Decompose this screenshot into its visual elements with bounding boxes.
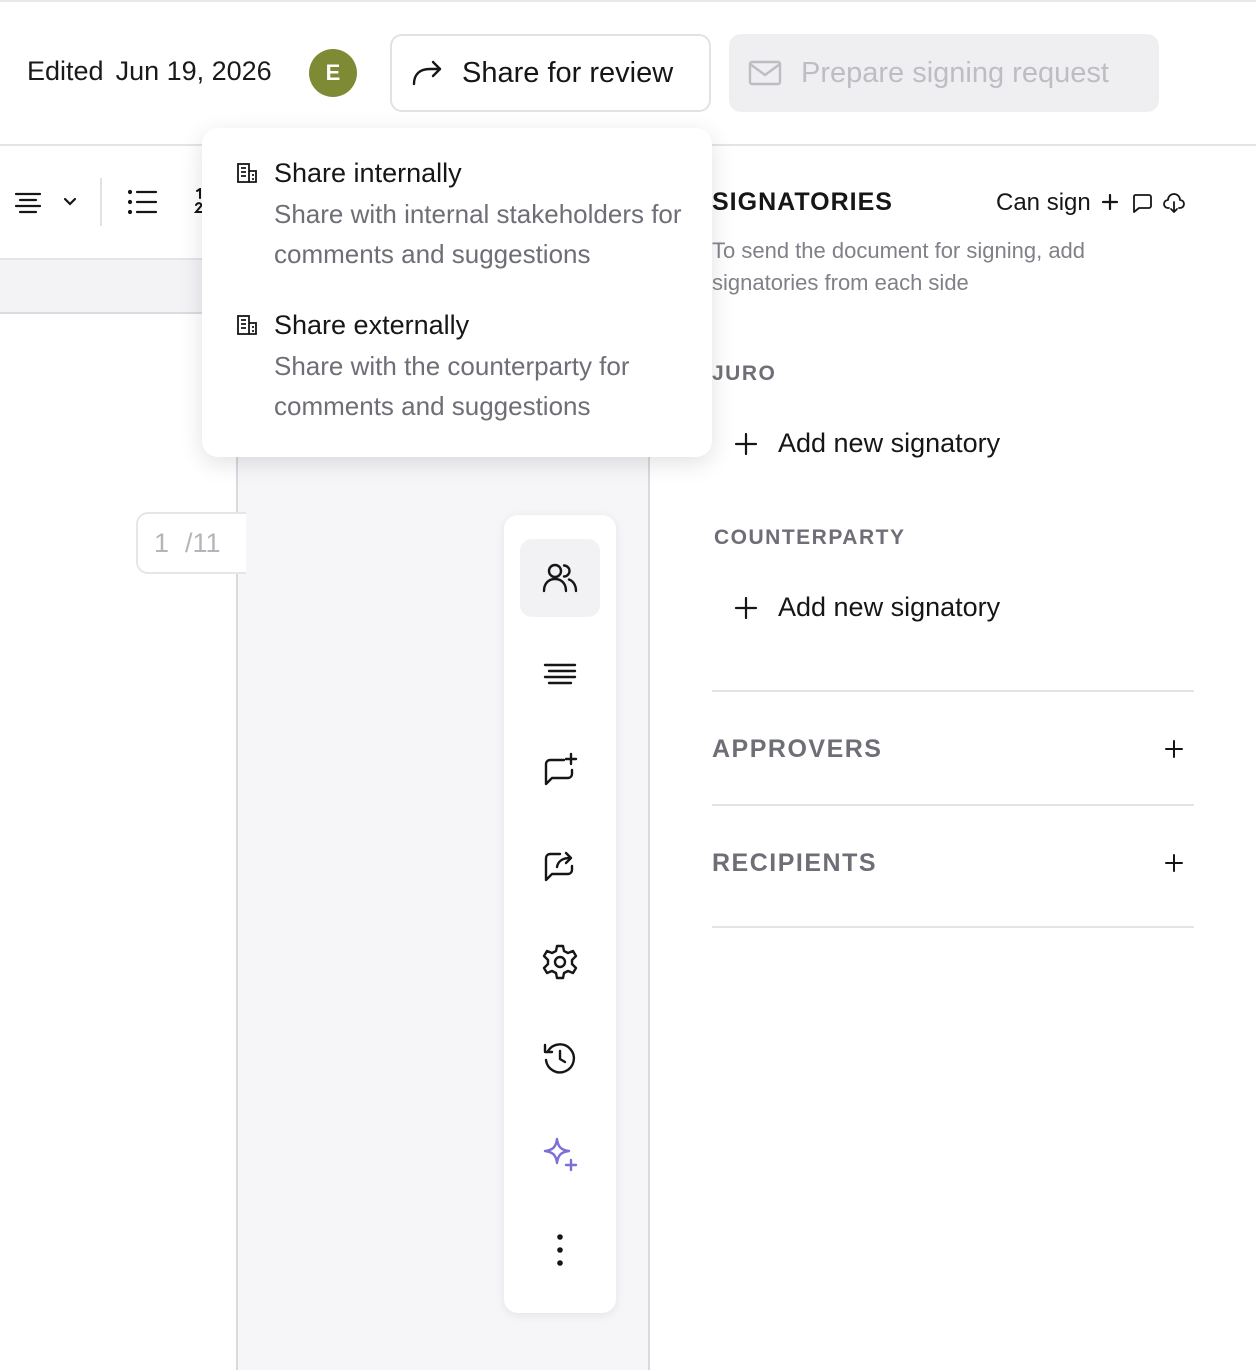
signatories-divider bbox=[712, 690, 1194, 692]
add-juro-signatory-label: Add new signatory bbox=[778, 428, 1001, 458]
share-for-review-label: Share for review bbox=[462, 56, 674, 89]
share-externally-option[interactable]: Share externally Share with the counterp… bbox=[202, 293, 712, 457]
rail-history-button[interactable] bbox=[520, 1019, 600, 1097]
share-arrow-icon bbox=[412, 60, 442, 86]
share-menu: Share internally Share with internal sta… bbox=[202, 128, 712, 457]
share-internally-description: Share with internal stakeholders for com… bbox=[274, 199, 682, 269]
edited-status: Edited Jun 19, 2026 bbox=[27, 56, 272, 87]
can-sign-toggle[interactable]: Can sign bbox=[996, 189, 1091, 217]
more-vertical-icon bbox=[557, 1234, 563, 1266]
rail-add-comment-button[interactable] bbox=[520, 731, 600, 809]
comment-icon[interactable] bbox=[1131, 192, 1153, 214]
mail-icon bbox=[748, 60, 782, 86]
signatories-description: To send the document for signing, add si… bbox=[712, 238, 1086, 295]
add-counterparty-signatory-button[interactable]: Add new signatory bbox=[734, 592, 1000, 623]
rail-settings-button[interactable] bbox=[520, 923, 600, 1001]
edited-label: Edited bbox=[27, 56, 104, 86]
rail-ai-button[interactable] bbox=[520, 1115, 600, 1193]
document-header-band bbox=[0, 260, 236, 314]
prepare-signing-request-label: Prepare signing request bbox=[801, 56, 1109, 89]
approvers-divider bbox=[712, 804, 1194, 806]
share-internally-option[interactable]: Share internally Share with internal sta… bbox=[202, 128, 712, 293]
top-border bbox=[0, 0, 1256, 2]
counterparty-section-label: COUNTERPARTY bbox=[714, 526, 906, 549]
sparkle-icon bbox=[543, 1137, 578, 1172]
recipients-divider bbox=[712, 926, 1194, 928]
text-align-dropdown[interactable] bbox=[14, 190, 82, 216]
history-icon bbox=[543, 1043, 576, 1074]
share-internally-title: Share internally bbox=[274, 158, 462, 188]
bullet-list-icon bbox=[128, 189, 158, 215]
cloud-download-icon[interactable] bbox=[1162, 191, 1186, 215]
rail-share-comment-button[interactable] bbox=[520, 827, 600, 905]
add-juro-signatory-button[interactable]: Add new signatory bbox=[734, 428, 1000, 459]
signatories-title: SIGNATORIES bbox=[712, 188, 893, 216]
chevron-down-icon bbox=[63, 197, 77, 206]
side-rail bbox=[504, 515, 616, 1313]
plus-icon[interactable] bbox=[1101, 193, 1119, 211]
align-icon bbox=[543, 663, 577, 685]
band-divider bbox=[0, 312, 236, 314]
share-externally-description: Share with the counterparty for comments… bbox=[274, 351, 630, 421]
add-counterparty-signatory-label: Add new signatory bbox=[778, 592, 1001, 622]
plus-icon bbox=[734, 596, 758, 619]
prepare-signing-request-button[interactable]: Prepare signing request bbox=[729, 34, 1159, 112]
align-center-icon bbox=[14, 192, 42, 214]
edited-date: Jun 19, 2026 bbox=[115, 56, 272, 86]
share-for-review-button[interactable]: Share for review bbox=[390, 34, 711, 112]
add-recipient-icon[interactable] bbox=[1164, 853, 1184, 873]
plus-icon bbox=[734, 432, 758, 455]
current-page: 1 bbox=[154, 527, 170, 558]
users-icon bbox=[542, 563, 578, 593]
building-icon bbox=[237, 315, 257, 335]
rail-more-button[interactable] bbox=[520, 1211, 600, 1289]
comment-add-icon bbox=[544, 752, 578, 786]
share-comment-icon bbox=[544, 851, 574, 882]
rail-users-button[interactable] bbox=[520, 539, 600, 617]
recipients-label: RECIPIENTS bbox=[712, 849, 878, 877]
toolbar-divider bbox=[100, 178, 102, 226]
page-indicator: 1 /11 bbox=[136, 512, 246, 574]
approvers-label: APPROVERS bbox=[712, 735, 883, 763]
juro-section-label: JURO bbox=[712, 362, 777, 385]
bullet-list-button[interactable] bbox=[128, 188, 158, 216]
rail-outline-button[interactable] bbox=[520, 635, 600, 713]
building-icon bbox=[237, 163, 257, 183]
avatar[interactable]: E bbox=[309, 49, 357, 97]
total-pages: /11 bbox=[185, 527, 221, 558]
settings-icon bbox=[542, 944, 578, 980]
add-approver-icon[interactable] bbox=[1164, 739, 1184, 759]
share-externally-title: Share externally bbox=[274, 310, 470, 340]
